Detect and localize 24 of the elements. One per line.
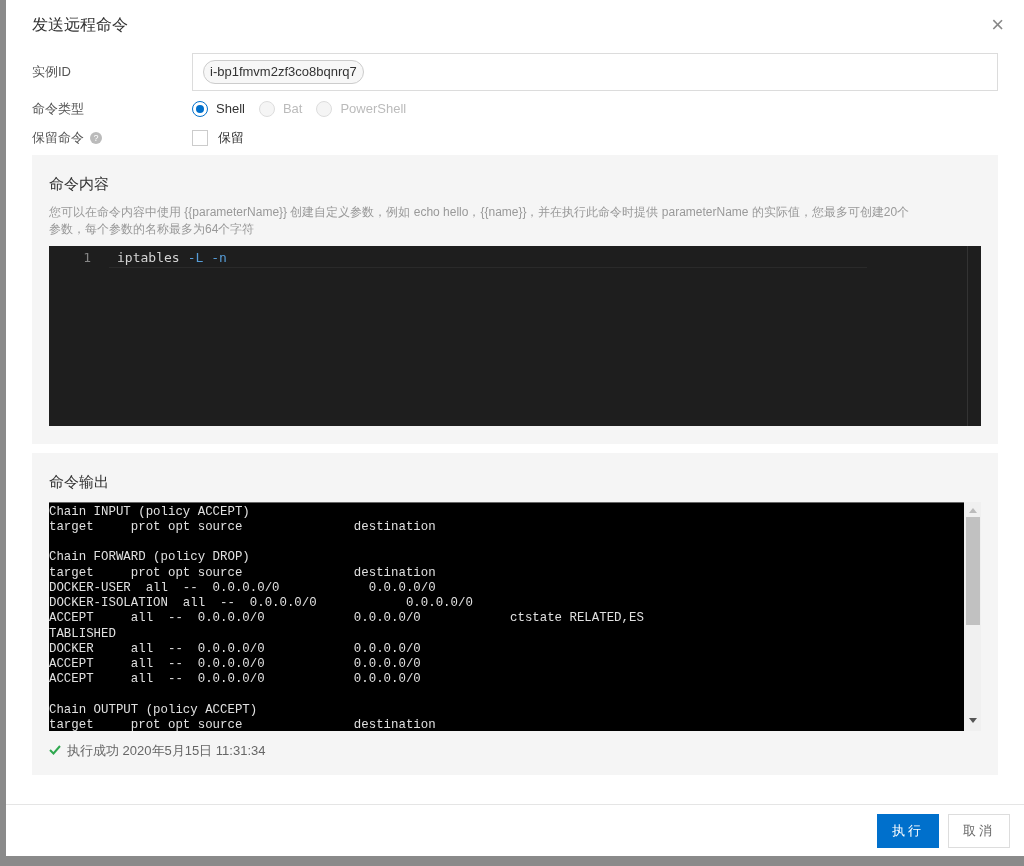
- scroll-thumb[interactable]: [965, 516, 980, 625]
- line-number: 1: [83, 248, 91, 267]
- scroll-down-icon[interactable]: [968, 717, 977, 723]
- close-button[interactable]: ×: [991, 14, 1004, 36]
- section-title: 命令输出: [49, 472, 110, 492]
- section-title: 命令内容: [49, 174, 110, 194]
- cancel-button[interactable]: 取消: [948, 813, 1010, 848]
- status-text: 执行成功 2020年5月15日 11:31:34: [67, 741, 266, 760]
- command-output: Chain INPUT (policy ACCEPT) target prot opt source destination Chain FORWARD (policy DROP) target prot opt source destination DOCKER-USER all -- 0.0.0.0/0 0.0.0.0/0 DOCKER-ISOLATION all -- 0.0.0.0/0 0.0.0.0/0 ACCEPT all -- 0.0.0.0/0 0.0.0.0/0 ctstate RELATED,ES TABLISHED DOCKER all -- 0.0.0.0/0 0.0.0.0/0 ACCEPT all -- 0.0.0.0/0 0.0.0.0/0 ACCEPT all -- 0.0.0.0/0 0.0.0.0/0 Chain OUTPUT (policy ACCEPT) target prot opt source destination: [49, 501, 964, 731]
- code-editor[interactable]: 1 iptables -L -n: [49, 245, 981, 426]
- instance-field[interactable]: i-bp1fmvm2zf3co8bqnrq7: [192, 53, 998, 91]
- field-label: 保留命令: [32, 129, 84, 148]
- dialog-title: 发送远程命令: [32, 15, 128, 35]
- code-line: iptables -L -n: [109, 247, 867, 268]
- scrollbar[interactable]: [964, 501, 981, 731]
- scroll-up-icon[interactable]: [968, 507, 977, 513]
- run-button[interactable]: 执行: [877, 813, 939, 848]
- field-label: 实例ID: [32, 63, 71, 82]
- help-text: 您可以在命令内容中使用 {{parameterName}} 创建自定义参数，例如 echo hello，{{name}}，并在执行此命令时提供 parameterName 的实际值，您最多可创建20个参数，每个参数的名称最多为64个字符: [49, 203, 911, 238]
- instance-tag: i-bp1fmvm2zf3co8bqnrq7: [203, 60, 364, 84]
- check-icon: [49, 745, 61, 756]
- field-label: 命令类型: [32, 100, 84, 119]
- checkbox-option[interactable]: 保留: [192, 128, 244, 148]
- radio-option[interactable]: Shell: [192, 99, 245, 119]
